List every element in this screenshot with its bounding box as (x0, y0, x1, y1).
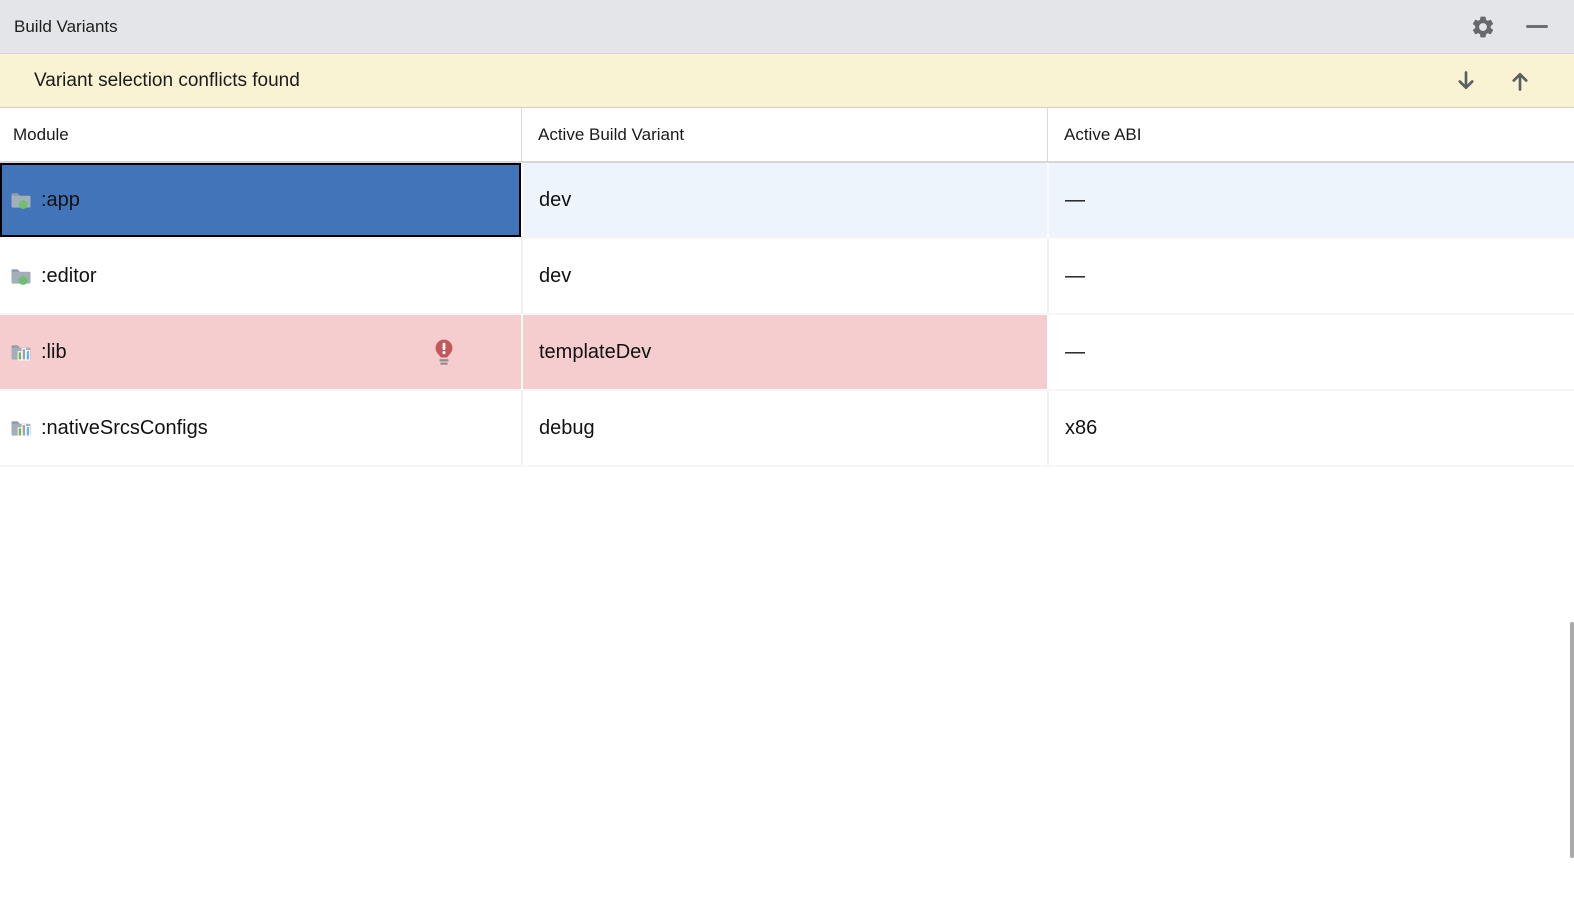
table-row: :editor dev — (0, 239, 1574, 315)
module-cell-lib[interactable]: :lib (0, 315, 521, 389)
table-row: :lib templateDev — (0, 315, 1574, 391)
column-header-module[interactable]: Module (0, 108, 521, 161)
module-cell-app[interactable]: :app (0, 163, 521, 237)
next-conflict-button[interactable] (1454, 68, 1478, 94)
column-header-label: Active ABI (1064, 124, 1142, 144)
android-module-icon (10, 189, 32, 211)
minimize-icon (1526, 25, 1548, 28)
column-header-active-abi[interactable]: Active ABI (1047, 108, 1574, 161)
library-module-icon (10, 417, 32, 439)
module-name: :lib (41, 340, 67, 363)
settings-button[interactable] (1470, 14, 1496, 40)
banner-message: Variant selection conflicts found (34, 69, 300, 91)
column-header-label: Module (13, 124, 69, 144)
build-variants-tool-window: Build Variants Variant selection conflic… (0, 0, 1574, 900)
table-row: :nativeSrcsConfigs debug x86 (0, 391, 1574, 467)
abi-value: — (1065, 264, 1085, 287)
variant-cell-nativesrcsconfigs[interactable]: debug (521, 391, 1047, 465)
conflict-banner: Variant selection conflicts found (0, 54, 1574, 108)
variant-cell-lib[interactable]: templateDev (521, 315, 1047, 389)
abi-cell-nativesrcsconfigs[interactable]: x86 (1047, 391, 1574, 465)
scrollbar-thumb[interactable] (1570, 622, 1574, 858)
module-name: :nativeSrcsConfigs (41, 416, 208, 439)
tool-window-title: Build Variants (14, 16, 118, 36)
variant-cell-app[interactable]: dev (521, 163, 1047, 237)
down-arrow-icon (1454, 68, 1478, 94)
module-name: :app (41, 188, 80, 211)
previous-conflict-button[interactable] (1508, 68, 1532, 94)
android-module-icon (10, 265, 32, 287)
gear-icon (1470, 14, 1496, 40)
table-header-row: Module Active Build Variant Active ABI (0, 108, 1574, 163)
variant-cell-editor[interactable]: dev (521, 239, 1047, 313)
banner-actions (1454, 68, 1574, 94)
abi-value: — (1065, 340, 1085, 363)
module-cell-editor[interactable]: :editor (0, 239, 521, 313)
abi-value: — (1065, 188, 1085, 211)
column-header-label: Active Build Variant (538, 124, 685, 144)
library-module-icon (10, 341, 32, 363)
module-name: :editor (41, 264, 97, 287)
variant-value: dev (539, 188, 572, 211)
abi-cell-editor[interactable]: — (1047, 239, 1574, 313)
abi-cell-app[interactable]: — (1047, 163, 1574, 237)
module-cell-nativesrcsconfigs[interactable]: :nativeSrcsConfigs (0, 391, 521, 465)
hide-tool-window-button[interactable] (1526, 25, 1548, 28)
variant-conflict-error-bulb-icon[interactable] (433, 338, 455, 366)
tool-window-titlebar: Build Variants (0, 0, 1574, 54)
variant-value: templateDev (539, 340, 652, 363)
abi-cell-lib[interactable]: — (1047, 315, 1574, 389)
up-arrow-icon (1508, 68, 1532, 94)
variant-value: dev (539, 264, 572, 287)
abi-value: x86 (1065, 416, 1098, 439)
titlebar-actions (1470, 14, 1554, 40)
table-row: :app dev — (0, 163, 1574, 239)
variant-value: debug (539, 416, 595, 439)
column-header-active-build-variant[interactable]: Active Build Variant (521, 108, 1047, 161)
